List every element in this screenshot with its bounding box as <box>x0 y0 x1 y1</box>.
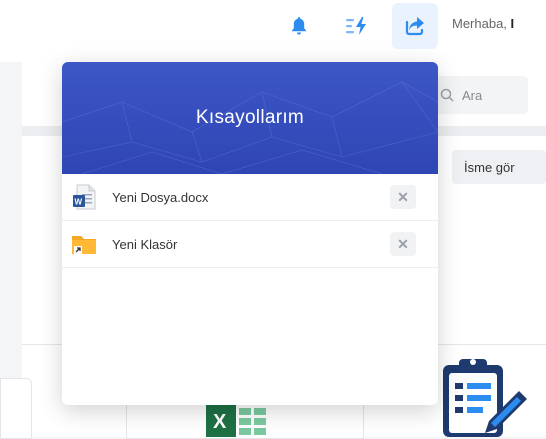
excel-icon: X <box>206 404 266 437</box>
bell-icon <box>292 17 306 35</box>
quick-actions-button[interactable] <box>334 3 380 49</box>
popup-title: Kısayollarım <box>195 107 305 128</box>
search-placeholder: Ara <box>462 87 483 103</box>
shortcuts-popup: Kısayollarım W Yeni Dosya.docx ✕ Yeni Kl… <box>62 62 438 405</box>
close-icon: ✕ <box>397 188 409 205</box>
close-icon: ✕ <box>397 235 409 252</box>
clipboard-icon <box>443 359 527 437</box>
word-document-icon: W <box>73 184 96 210</box>
shortcut-name: Yeni Klasör <box>112 236 178 252</box>
shortcut-item[interactable]: W Yeni Dosya.docx ✕ <box>62 174 438 221</box>
svg-text:W: W <box>75 198 83 207</box>
shortcut-name: Yeni Dosya.docx <box>112 189 209 205</box>
shortcuts-button[interactable] <box>392 3 438 49</box>
search-box[interactable]: Ara <box>432 76 528 114</box>
shortcut-item[interactable]: Yeni Klasör ✕ <box>62 221 438 268</box>
lightning-list-icon <box>346 17 366 35</box>
remove-shortcut-button[interactable]: ✕ <box>390 232 416 256</box>
top-header: Merhaba, I <box>0 0 546 62</box>
greeting-prefix: Merhaba, <box>452 16 507 31</box>
folder-shortcut-icon <box>72 236 96 254</box>
user-greeting[interactable]: Merhaba, I <box>452 16 514 31</box>
sort-label: İsme gör <box>464 159 515 175</box>
notifications-button[interactable] <box>276 3 322 49</box>
remove-shortcut-button[interactable]: ✕ <box>390 185 416 209</box>
svg-text:X: X <box>213 411 227 433</box>
share-icon <box>405 17 424 36</box>
sort-dropdown[interactable]: İsme gör <box>452 150 546 184</box>
file-tile[interactable] <box>0 378 32 439</box>
popup-header: Kısayollarım <box>62 62 438 174</box>
greeting-name: I <box>510 16 515 31</box>
search-icon <box>440 88 454 102</box>
